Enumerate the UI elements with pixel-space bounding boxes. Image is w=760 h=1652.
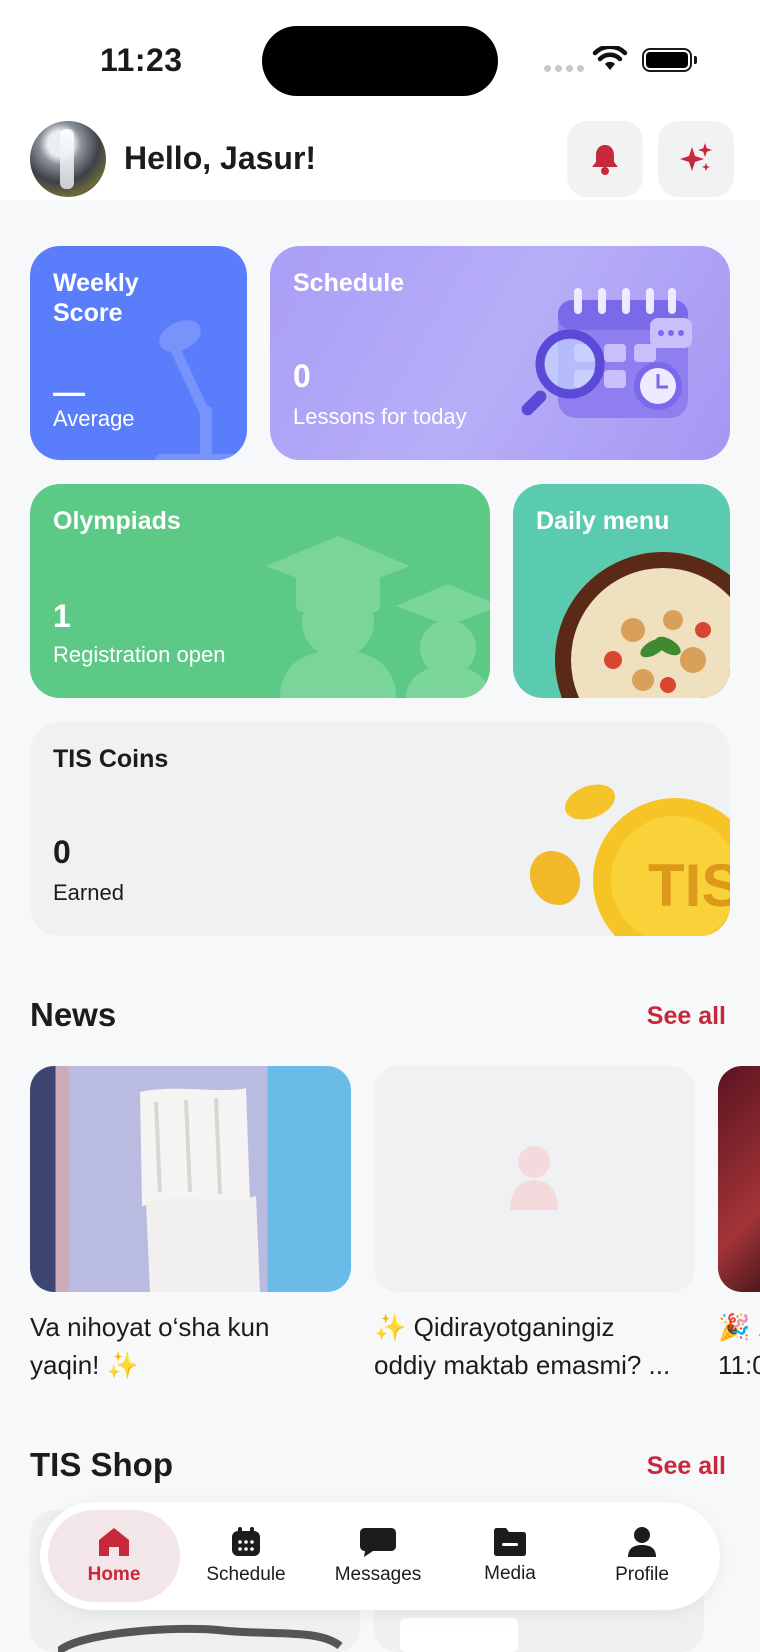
status-bar: 11:23 (0, 0, 760, 112)
tab-home[interactable]: Home (48, 1510, 180, 1602)
charger-image (58, 1624, 343, 1652)
schedule-sub: Lessons for today (293, 404, 467, 429)
battery-icon (642, 48, 697, 72)
status-time: 11:23 (100, 42, 183, 78)
shop-section-title: TIS Shop (30, 1446, 173, 1483)
lamp-icon (155, 320, 247, 460)
card-title: Schedule (293, 269, 405, 297)
olympiads-sub: Registration open (53, 642, 226, 667)
coins-illustration: TIS (529, 784, 730, 936)
news-item-text[interactable]: ✨ Qidirayotganingiz oddiy maktab emasmi?… (374, 1308, 695, 1384)
food-bowl-image (555, 552, 730, 698)
tab-label: Messages (334, 1564, 422, 1585)
bottom-tab-bar: Home Schedule Messages Media Profile (40, 1502, 720, 1610)
signal-icon (544, 65, 584, 72)
olympiads-value: 1 (53, 598, 71, 634)
coin-text: TIS (648, 852, 730, 919)
weekly-score-sub: Average (53, 406, 135, 431)
news-section-title: News (30, 996, 117, 1033)
tab-messages[interactable]: Messages (312, 1510, 444, 1602)
schedule-value: 0 (293, 358, 311, 394)
card-title: Weekly Score (53, 269, 139, 327)
home-icon (99, 1528, 129, 1556)
coins-sub: Earned (53, 880, 124, 905)
coins-value: 0 (53, 834, 71, 870)
card-title: Olympiads (53, 507, 181, 535)
tab-profile[interactable]: Profile (576, 1510, 708, 1602)
chat-icon (360, 1528, 396, 1557)
calendar-search-illustration (521, 288, 692, 418)
shop-see-all-link[interactable]: See all (647, 1452, 726, 1481)
sparkles-icon (680, 143, 712, 171)
news-see-all-link[interactable]: See all (647, 1002, 726, 1031)
bell-icon (592, 145, 618, 175)
user-icon (628, 1527, 656, 1557)
daily-menu-card[interactable]: Daily menu (513, 484, 730, 698)
olympiads-card[interactable]: Olympiads 1 Registration open (30, 484, 490, 698)
greeting-text: Hello, Jasur! (124, 140, 317, 176)
tab-label: Profile (615, 1564, 669, 1585)
wifi-icon (592, 46, 628, 70)
tab-media[interactable]: Media (444, 1510, 576, 1602)
tis-coins-card[interactable]: TIS TIS Coins 0 Earned (30, 722, 730, 936)
tab-label: Home (87, 1564, 141, 1585)
tab-label: Media (484, 1563, 536, 1584)
news-card-image[interactable] (30, 1066, 351, 1292)
schedule-card[interactable]: Schedule 0 Lessons for today (270, 246, 730, 460)
news-image-sculpture (140, 1088, 260, 1292)
app-header: Hello, Jasur! (0, 112, 760, 200)
news-card-image[interactable] (374, 1066, 695, 1292)
ai-assistant-button[interactable] (658, 121, 734, 197)
cable-box-image (400, 1618, 518, 1652)
tab-schedule[interactable]: Schedule (180, 1510, 312, 1602)
tab-label: Schedule (206, 1564, 286, 1585)
news-item-text[interactable]: 🎉 1 11:0 (718, 1308, 760, 1384)
calendar-icon (232, 1527, 260, 1556)
weekly-score-card[interactable]: Weekly Score — Average (30, 246, 247, 460)
avatar[interactable] (30, 121, 106, 197)
news-card-image[interactable] (718, 1066, 760, 1292)
news-item-text[interactable]: Va nihoyat o‘sha kun yaqin! ✨ (30, 1308, 351, 1384)
dynamic-island (262, 26, 498, 96)
notifications-button[interactable] (567, 121, 643, 197)
card-title: Daily menu (536, 507, 670, 535)
folder-icon (494, 1528, 526, 1556)
graduates-icon (266, 536, 490, 698)
card-title: TIS Coins (53, 745, 169, 773)
image-placeholder-icon (510, 1146, 558, 1210)
